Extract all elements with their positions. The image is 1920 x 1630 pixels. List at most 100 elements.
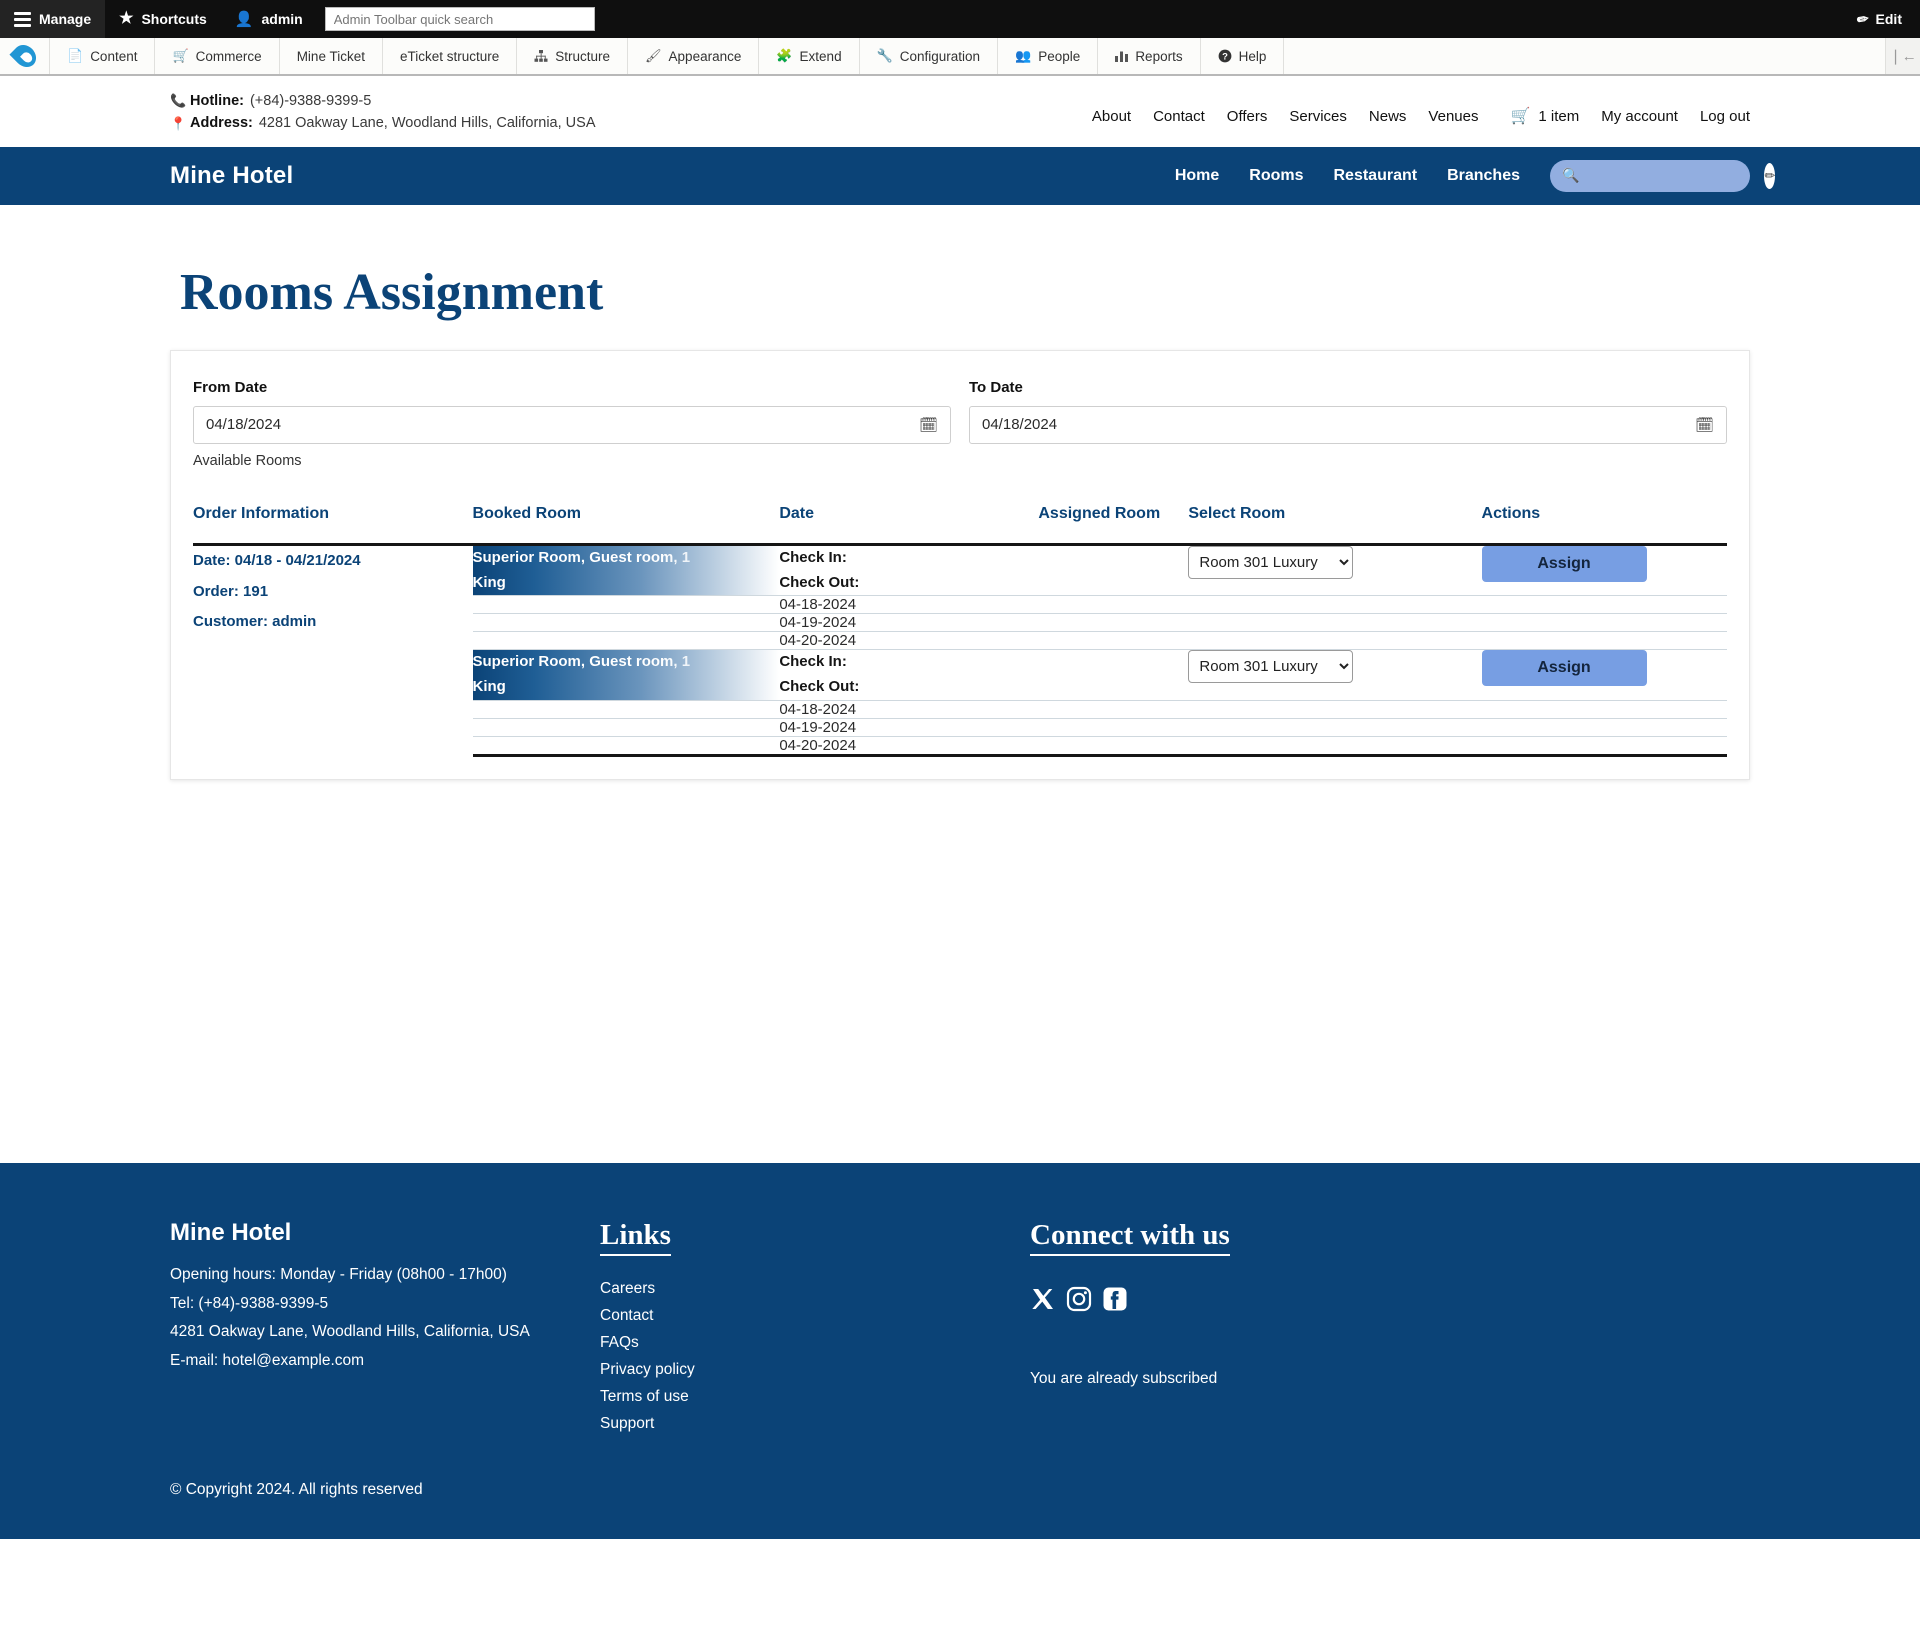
footer-link-faqs[interactable]: FAQs [600,1334,1030,1352]
admin-tab-label: Extend [799,48,842,64]
to-date-field: To Date 🗓 [969,379,1727,444]
admin-menu-spacer [1284,38,1886,74]
admin-tab-commerce[interactable]: 🛒 Commerce [155,38,280,74]
admin-tab-configuration[interactable]: 🔧 Configuration [860,38,999,74]
select-room-cell [1188,613,1482,633]
check-out-label: Check Out: [779,678,860,696]
search-edit-icon[interactable]: ✏ [1764,162,1776,189]
drupal-logo-button[interactable] [0,38,50,74]
from-date-input[interactable] [194,406,950,443]
admin-tab-reports[interactable]: Reports [1098,38,1201,74]
admin-tab-label: Structure [555,48,611,64]
booked-room-line2: King [472,573,506,591]
assign-button[interactable]: Assign [1481,650,1647,687]
my-account-link[interactable]: My account [1601,108,1678,125]
from-date-label: From Date [193,378,268,396]
calendar-icon[interactable]: 🗓 [919,416,938,434]
from-date-field: From Date 🗓 [193,379,951,444]
admin-tab-help[interactable]: ? Help [1201,38,1285,74]
order-date: Date: 04/18 - 04/21/2024 [193,551,361,569]
admin-shortcuts-button[interactable]: ★ Shortcuts [105,0,221,38]
admin-tab-eticket-structure[interactable]: eTicket structure [383,38,518,74]
cart-link[interactable]: 🛒 1 item [1510,106,1579,126]
page-content: Rooms Assignment From Date 🗓 To Date 🗓 A… [160,263,1760,1163]
admin-tab-label: eTicket structure [399,48,500,64]
footer-copyright: © Copyright 2024. All rights reserved [170,1480,423,1498]
assigned-room-cell [1038,613,1189,633]
booked-room-line2: King [472,678,506,696]
address-line: 📍 Address: 4281 Oakway Lane, Woodland Hi… [170,112,596,134]
admin-edit-button[interactable]: ✏ Edit [1839,0,1920,38]
logout-link[interactable]: Log out [1700,108,1750,125]
booked-room-line1: Superior Room, Guest room, 1 [473,650,780,675]
brush-icon: 🖌 [645,48,662,63]
footer-link-careers[interactable]: Careers [600,1280,1030,1298]
calendar-icon[interactable]: 🗓 [1695,416,1714,434]
topnav-item-offers[interactable]: Offers [1227,108,1268,125]
topnav-item-services[interactable]: Services [1289,108,1347,125]
admin-tab-content[interactable]: 📄 Content [50,38,156,74]
date-filter-row: From Date 🗓 To Date 🗓 [193,379,1727,444]
nav-item-restaurant[interactable]: Restaurant [1334,167,1418,185]
admin-tab-structure[interactable]: Structure [517,38,629,74]
check-in-out-cell: Check In: Check Out: [779,544,1039,597]
footer-link-terms-of-use[interactable]: Terms of use [600,1388,1030,1406]
to-date-input[interactable] [970,406,1726,443]
available-rooms-note: Available Rooms [193,452,302,469]
x-icon[interactable] [1030,1286,1056,1312]
footer-link-privacy-policy[interactable]: Privacy policy [600,1361,1030,1379]
pencil-icon: ✏ [1855,9,1870,28]
admin-manage-button[interactable]: Manage [0,0,106,38]
site-topbar: 📞 Hotline: (+84)-9388-9399-5 📍 Address: … [0,76,1920,147]
topnav-item-news[interactable]: News [1369,108,1407,125]
admin-collapse-toggle[interactable]: ❘← [1886,38,1920,74]
date-cell: 04-18-2024 [779,595,1039,615]
hotline-label: Hotline: [190,93,244,109]
admin-tab-label: Appearance [668,48,742,64]
footer-connect-title: Connect with us [1030,1219,1230,1256]
admin-user-label: admin [261,11,303,27]
puzzle-icon: 🧩 [776,48,793,63]
room-select[interactable]: Room 301 Luxury [1188,545,1354,579]
nav-item-home[interactable]: Home [1175,167,1219,185]
instagram-icon[interactable] [1066,1286,1092,1312]
admin-tab-mine-ticket[interactable]: Mine Ticket [280,38,383,74]
date-cell: 04-19-2024 [779,718,1039,737]
table-row: Date: 04/18 - 04/21/2024 Order: 191 Cust… [193,544,1727,630]
assign-button[interactable]: Assign [1481,545,1647,582]
footer-link-support[interactable]: Support [600,1415,1030,1433]
footer-address: 4281 Oakway Lane, Woodland Hills, Califo… [170,1323,530,1341]
hotline-value: (+84)-9388-9399-5 [249,93,372,109]
footer-email: E-mail: hotel@example.com [170,1351,365,1369]
admin-tab-people[interactable]: 👥 People [998,38,1099,74]
admin-quick-search-input[interactable] [324,7,595,31]
footer-about-column: Mine Hotel Opening hours: Monday - Frida… [170,1219,600,1433]
topnav-item-about[interactable]: About [1092,108,1131,125]
hotline-line: 📞 Hotline: (+84)-9388-9399-5 [170,90,596,112]
phone-icon: 📞 [170,93,187,109]
footer-link-contact[interactable]: Contact [600,1307,1030,1325]
cart-icon: 🛒 [1510,108,1531,125]
order-id: Order: 191 [193,582,269,600]
header-select-room: Select Room [1188,504,1482,546]
check-in-out-cell: Check In: Check Out: [779,649,1039,701]
topnav-item-venues[interactable]: Venues [1428,108,1478,125]
admin-tab-appearance[interactable]: 🖌 Appearance [628,38,760,74]
location-pin-icon: 📍 [170,115,187,131]
main-navigation: Mine Hotel Home Rooms Restaurant Branche… [0,146,1920,205]
assigned-room-cell [1038,649,1189,701]
rooms-assignment-table: Order Information Booked Room Date Assig… [193,504,1727,757]
site-brand[interactable]: Mine Hotel [170,162,293,190]
site-footer: Mine Hotel Opening hours: Monday - Frida… [0,1162,1920,1539]
admin-user-button[interactable]: 👤 admin [221,0,317,38]
assigned-room-cell [1038,736,1189,757]
room-select[interactable]: Room 301 Luxury [1188,650,1354,684]
site-search-input[interactable] [1579,166,1765,185]
admin-tab-extend[interactable]: 🧩 Extend [759,38,860,74]
nav-item-branches[interactable]: Branches [1447,167,1520,185]
admin-tab-label: Configuration [899,48,981,64]
facebook-icon[interactable] [1102,1286,1128,1312]
topnav-item-contact[interactable]: Contact [1153,108,1205,125]
nav-item-rooms[interactable]: Rooms [1249,167,1303,185]
site-search[interactable]: 🔍 ✏ [1550,159,1776,192]
